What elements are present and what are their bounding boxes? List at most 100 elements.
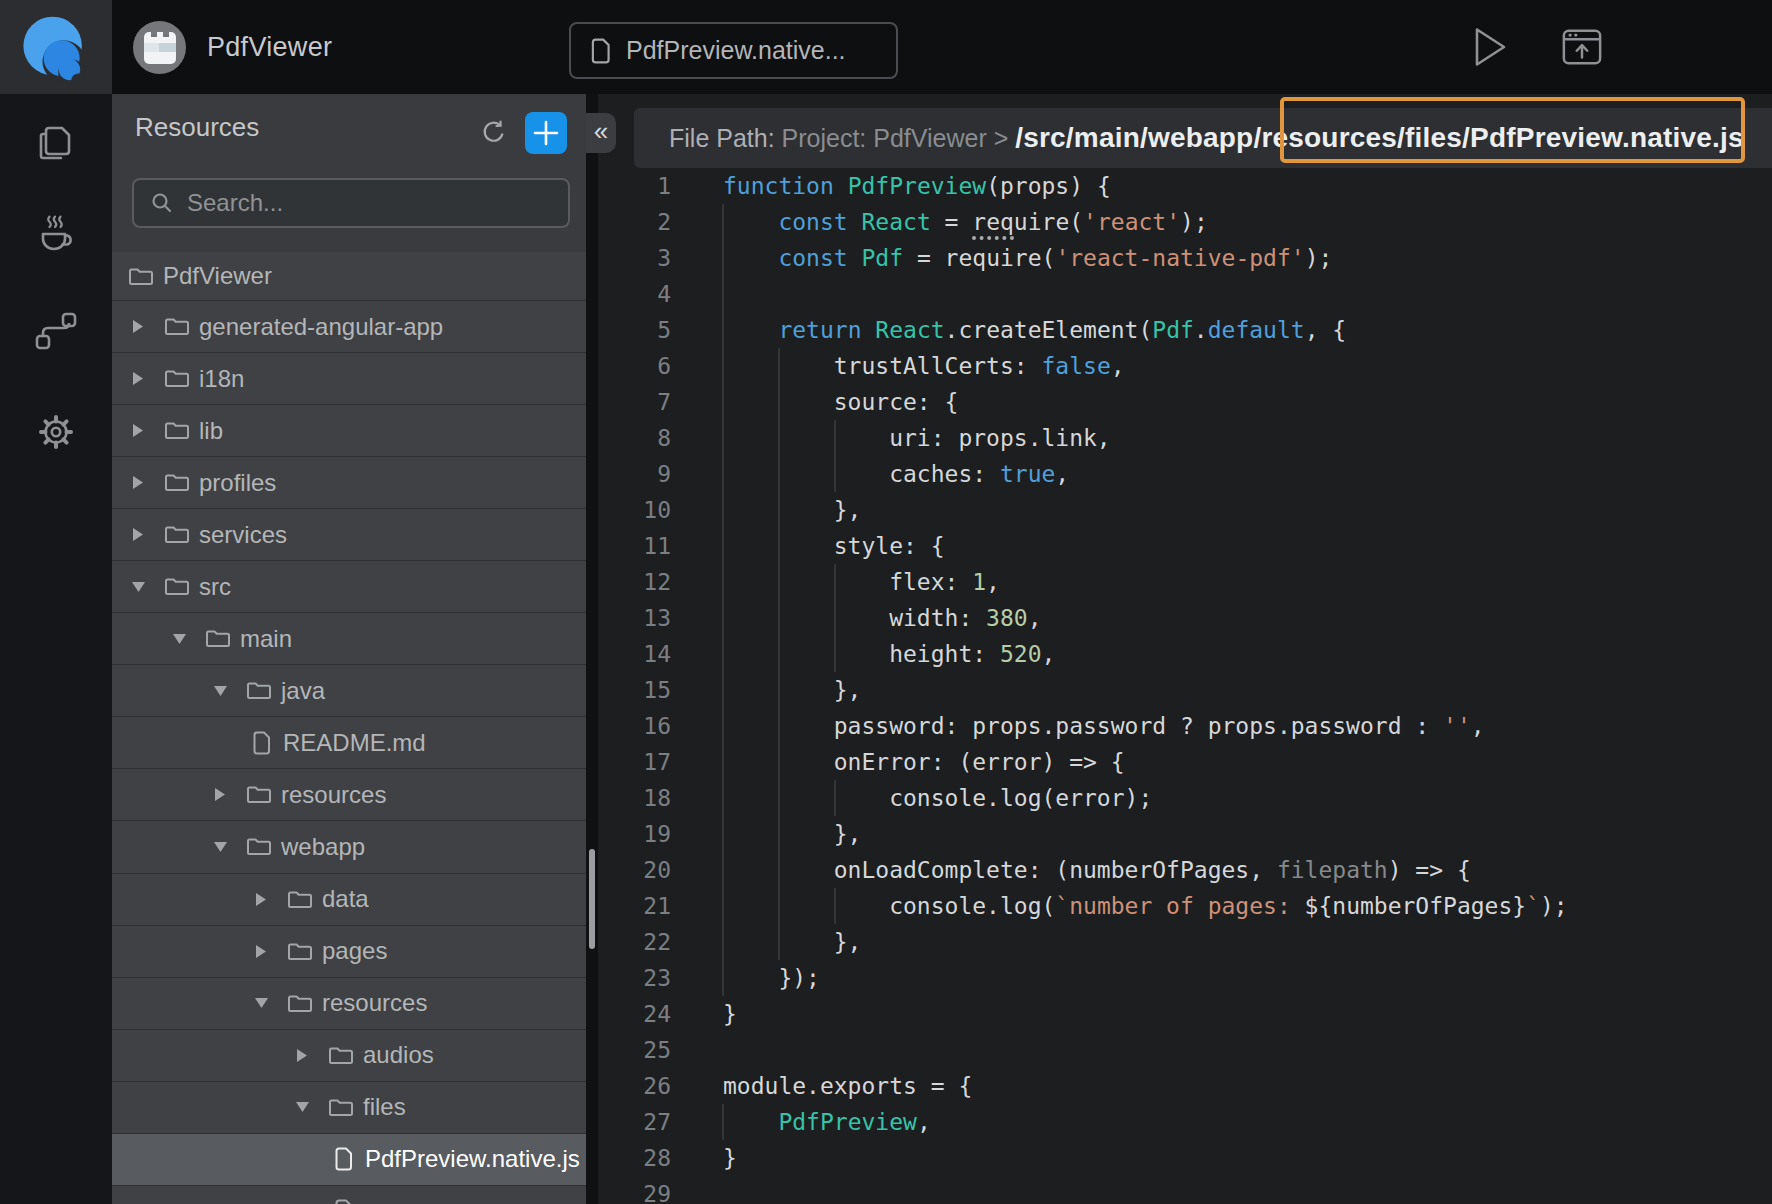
code-line-27[interactable]: 27 PdfPreview, — [598, 1104, 1772, 1140]
code-text: const React = require('react'); — [723, 204, 1208, 240]
tree-row-data[interactable]: data — [112, 874, 586, 926]
code-line-21[interactable]: 21 console.log(`number of pages: ${numbe… — [598, 888, 1772, 924]
connector-flow-icon[interactable] — [34, 309, 78, 353]
code-line-24[interactable]: 24} — [598, 996, 1772, 1032]
run-button[interactable] — [1474, 26, 1508, 68]
token: }, — [723, 497, 861, 523]
code-line-28[interactable]: 28} — [598, 1140, 1772, 1176]
code-line-1[interactable]: 1function PdfPreview(props) { — [598, 168, 1772, 204]
code-line-19[interactable]: 19 }, — [598, 816, 1772, 852]
code-line-2[interactable]: 2 const React = require('react'); — [598, 204, 1772, 240]
app-icon[interactable] — [133, 21, 186, 74]
token: PdfPreview — [848, 173, 986, 199]
chevron-right-icon[interactable] — [131, 528, 145, 541]
folder-glyph — [164, 420, 190, 441]
code-line-8[interactable]: 8 uri: props.link, — [598, 420, 1772, 456]
tree-row-PdfViewer[interactable]: PdfViewer — [112, 252, 586, 301]
tree-row-services[interactable]: services — [112, 509, 586, 561]
tree-row-java[interactable]: java — [112, 665, 586, 717]
chevron-down-icon[interactable] — [131, 582, 145, 592]
chevron-down-icon[interactable] — [254, 998, 268, 1008]
code-text: onLoadComplete: (numberOfPages, filepath… — [723, 852, 1471, 888]
settings-gear-icon[interactable] — [34, 410, 78, 454]
tree-row-lib[interactable]: lib — [112, 405, 586, 457]
product-logo[interactable] — [0, 0, 112, 94]
chevron-right-icon[interactable] — [131, 476, 145, 489]
code-line-18[interactable]: 18 console.log(error); — [598, 780, 1772, 816]
code-line-14[interactable]: 14 height: 520, — [598, 636, 1772, 672]
add-resource-button[interactable] — [525, 112, 567, 154]
tree-row-generated-angular-app[interactable]: generated-angular-app — [112, 301, 586, 353]
folder-icon — [164, 420, 190, 441]
publish-button[interactable] — [1561, 25, 1603, 67]
token: . — [1194, 317, 1208, 343]
code-line-22[interactable]: 22 }, — [598, 924, 1772, 960]
line-number: 20 — [598, 852, 671, 888]
code-line-16[interactable]: 16 password: props.password ? props.pass… — [598, 708, 1772, 744]
pages-icon[interactable] — [34, 121, 78, 165]
chevron-right-icon[interactable] — [254, 893, 268, 906]
token: default — [1208, 317, 1305, 343]
code-text: } — [723, 996, 737, 1032]
tree-row-webapp[interactable]: webapp — [112, 821, 586, 873]
open-file-tab[interactable]: PdfPreview.native... — [569, 22, 898, 79]
tree-row-src[interactable]: src — [112, 561, 586, 613]
chevron-right-icon[interactable] — [295, 1049, 309, 1062]
folder-icon — [164, 368, 190, 389]
chevron-down-icon[interactable] — [172, 634, 186, 644]
line-number: 10 — [598, 492, 671, 528]
panel-scrollbar[interactable] — [589, 849, 595, 949]
token: ${numberOfPages} — [1305, 893, 1527, 919]
tree-row-main[interactable]: main — [112, 613, 586, 665]
code-line-9[interactable]: 9 caches: true, — [598, 456, 1772, 492]
code-line-23[interactable]: 23 }); — [598, 960, 1772, 996]
folder-glyph — [246, 836, 272, 857]
token — [848, 245, 862, 271]
chevron-down-icon[interactable] — [213, 842, 227, 852]
chevron-right-icon[interactable] — [213, 788, 227, 801]
refresh-icon[interactable] — [481, 119, 507, 145]
tree-row-partial[interactable] — [112, 1186, 586, 1204]
tree-row-resources[interactable]: resources — [112, 769, 586, 821]
tree-row-resources[interactable]: resources — [112, 978, 586, 1030]
code-text: width: 380, — [723, 600, 1042, 636]
token: , — [1028, 605, 1042, 631]
code-line-11[interactable]: 11 style: { — [598, 528, 1772, 564]
tree-row-README.md[interactable]: README.md — [112, 717, 586, 769]
token: , — [1471, 713, 1485, 739]
tree-row-i18n[interactable]: i18n — [112, 353, 586, 405]
tree-row-PdfPreview.native.js[interactable]: PdfPreview.native.js — [112, 1134, 586, 1186]
tree-row-files[interactable]: files — [112, 1082, 586, 1134]
line-number: 29 — [598, 1176, 671, 1204]
code-line-17[interactable]: 17 onError: (error) => { — [598, 744, 1772, 780]
tree-row-pages[interactable]: pages — [112, 926, 586, 978]
code-line-26[interactable]: 26module.exports = { — [598, 1068, 1772, 1104]
code-editor[interactable]: 1function PdfPreview(props) {2 const Rea… — [598, 94, 1772, 1204]
chevron-right-icon[interactable] — [131, 320, 145, 333]
code-line-5[interactable]: 5 return React.createElement(Pdf.default… — [598, 312, 1772, 348]
code-line-10[interactable]: 10 }, — [598, 492, 1772, 528]
chevron-glyph — [133, 528, 143, 541]
tree-row-label: webapp — [281, 833, 365, 861]
chevron-right-icon[interactable] — [131, 424, 145, 437]
search-input[interactable]: Search... — [132, 178, 570, 228]
token: source: { — [723, 389, 958, 415]
chevron-right-icon[interactable] — [254, 945, 268, 958]
code-line-12[interactable]: 12 flex: 1, — [598, 564, 1772, 600]
tree-row-audios[interactable]: audios — [112, 1030, 586, 1082]
code-line-6[interactable]: 6 trustAllCerts: false, — [598, 348, 1772, 384]
tree-row-profiles[interactable]: profiles — [112, 457, 586, 509]
coffee-debug-icon[interactable] — [34, 213, 78, 257]
code-line-13[interactable]: 13 width: 380, — [598, 600, 1772, 636]
code-line-3[interactable]: 3 const Pdf = require('react-native-pdf'… — [598, 240, 1772, 276]
code-line-20[interactable]: 20 onLoadComplete: (numberOfPages, filep… — [598, 852, 1772, 888]
code-line-4[interactable]: 4 — [598, 276, 1772, 312]
chevron-right-icon[interactable] — [131, 372, 145, 385]
code-line-25[interactable]: 25 — [598, 1032, 1772, 1068]
code-line-15[interactable]: 15 }, — [598, 672, 1772, 708]
code-line-7[interactable]: 7 source: { — [598, 384, 1772, 420]
chevron-down-icon[interactable] — [295, 1102, 309, 1112]
chevron-down-icon[interactable] — [213, 686, 227, 696]
code-line-29[interactable]: 29 — [598, 1176, 1772, 1204]
chevron-glyph — [255, 998, 268, 1008]
